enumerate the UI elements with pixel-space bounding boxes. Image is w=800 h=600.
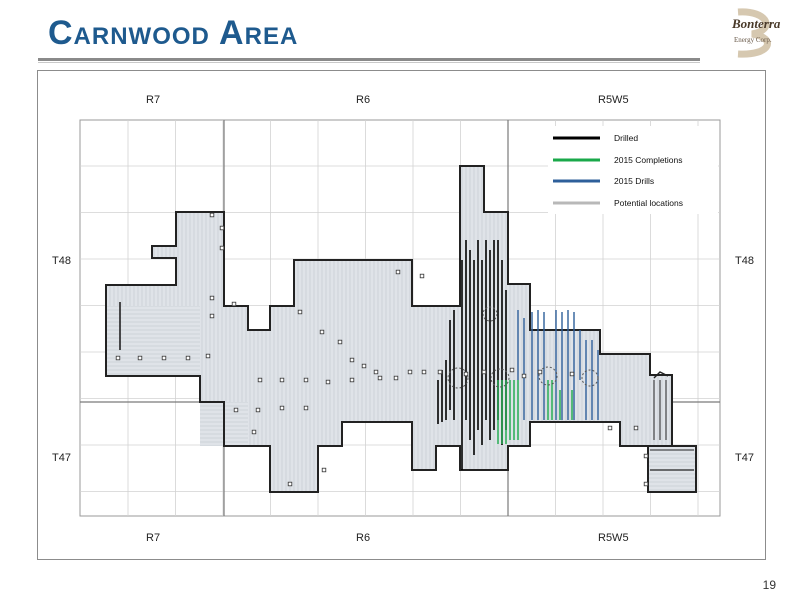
- well-marker: [251, 429, 257, 435]
- legend-label-drilled: Drilled: [614, 133, 638, 143]
- well-marker: [255, 407, 261, 413]
- legend-label-potential: Potential locations: [614, 198, 683, 208]
- well-marker: [297, 309, 303, 315]
- well-marker: [537, 369, 543, 375]
- well-marker: [643, 481, 649, 487]
- well-marker: [377, 375, 383, 381]
- well-marker: [633, 425, 639, 431]
- well-marker: [349, 357, 355, 363]
- well-marker: [643, 453, 649, 459]
- well-marker: [521, 373, 527, 379]
- well-marker: [349, 377, 355, 383]
- well-marker: [319, 329, 325, 335]
- well-marker: [481, 369, 487, 375]
- well-marker: [219, 245, 225, 251]
- page-number: 19: [762, 578, 776, 592]
- well-marker: [185, 355, 191, 361]
- well-marker: [231, 301, 237, 307]
- well-marker: [279, 377, 285, 383]
- well-marker: [325, 379, 331, 385]
- well-marker: [337, 339, 343, 345]
- legend-label-2015-completions: 2015 Completions: [614, 155, 683, 165]
- well-marker: [437, 369, 443, 375]
- well-marker: [209, 212, 215, 218]
- well-marker: [287, 481, 293, 487]
- well-marker: [209, 313, 215, 319]
- well-marker: [321, 467, 327, 473]
- well-marker: [421, 369, 427, 375]
- well-marker: [303, 405, 309, 411]
- well-marker: [137, 355, 143, 361]
- well-marker: [373, 369, 379, 375]
- well-marker: [161, 355, 167, 361]
- well-marker: [205, 353, 211, 359]
- well-marker: [407, 369, 413, 375]
- map-legend: Drilled 2015 Completions 2015 Drills Pot…: [548, 126, 718, 214]
- well-marker: [303, 377, 309, 383]
- legend-label-2015-drills: 2015 Drills: [614, 176, 654, 186]
- land-map: Drilled 2015 Completions 2015 Drills Pot…: [79, 119, 721, 517]
- well-marker: [509, 367, 515, 373]
- well-marker: [463, 371, 469, 377]
- well-marker: [419, 273, 425, 279]
- well-marker: [395, 269, 401, 275]
- well-marker: [209, 295, 215, 301]
- well-marker: [115, 355, 121, 361]
- well-marker: [569, 371, 575, 377]
- well-marker: [607, 425, 613, 431]
- well-marker: [361, 363, 367, 369]
- well-marker: [233, 407, 239, 413]
- well-marker: [257, 377, 263, 383]
- well-marker: [279, 405, 285, 411]
- well-marker: [219, 225, 225, 231]
- well-marker: [393, 375, 399, 381]
- hatch-patch: [647, 445, 697, 493]
